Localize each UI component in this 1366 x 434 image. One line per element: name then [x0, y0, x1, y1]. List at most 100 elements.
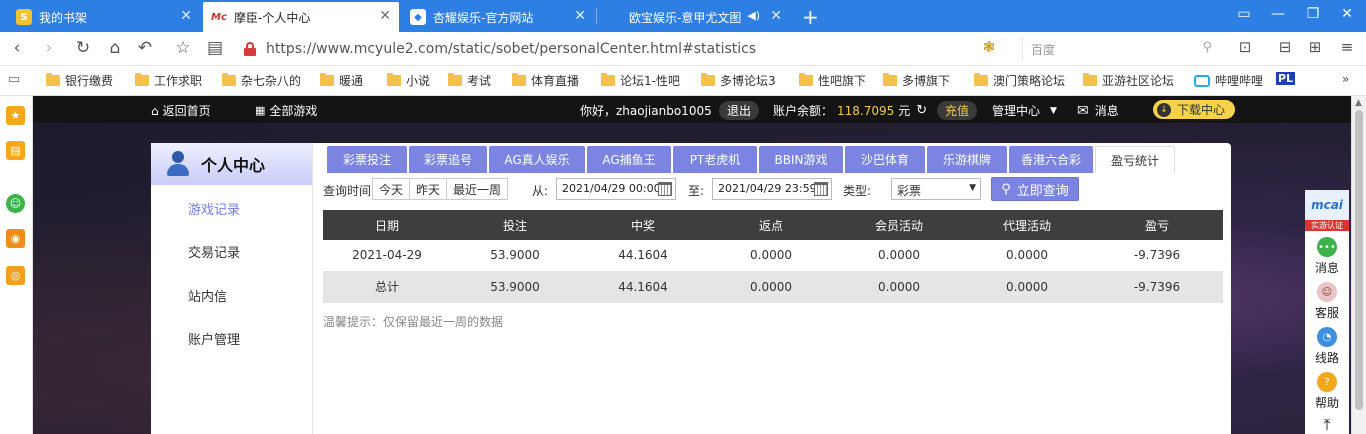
weibo-icon[interactable]: ◎ — [6, 266, 25, 285]
table-summary-row: 总计 53.9000 44.1604 0.0000 0.0000 0.0000 … — [323, 271, 1223, 303]
refresh-icon[interactable]: ↻ — [72, 38, 94, 58]
bee-icon[interactable]: ❃ — [978, 38, 1000, 56]
sidebar-item-game-records[interactable]: 游戏记录 — [188, 199, 240, 218]
logout-button[interactable]: 退出 — [719, 101, 760, 120]
browser-tab-oubao[interactable]: 欧宝娱乐-意甲尤文图 ◀) ✕ — [598, 2, 790, 32]
reader-icon[interactable]: ▤ — [204, 38, 226, 58]
calendar-icon[interactable] — [658, 182, 672, 196]
calendar-icon[interactable] — [814, 182, 828, 196]
greeting: 你好，zhaojianbo1005 — [580, 104, 712, 118]
data-retention-tip: 温馨提示：仅保留最近一周的数据 — [323, 315, 504, 329]
speaker-icon[interactable]: ◀) — [747, 9, 760, 22]
recharge-button[interactable]: 充值 — [937, 101, 978, 120]
sidebar-item-inbox[interactable]: 站内信 — [188, 286, 227, 305]
scroll-thumb[interactable] — [1355, 110, 1363, 410]
rss-icon[interactable]: ◉ — [6, 229, 25, 248]
tab-lottery-bets[interactable]: 彩票投注 — [327, 146, 407, 173]
query-button[interactable]: ⚲ 立即查询 — [991, 177, 1079, 201]
tab-ag-live[interactable]: AG真人娱乐 — [489, 146, 585, 173]
from-date-input[interactable]: 2021/04/29 00:00 — [556, 178, 676, 200]
type-select[interactable]: 彩票 ▼ — [891, 178, 981, 200]
widget-routes-button[interactable]: ◔ 线路 — [1305, 327, 1349, 366]
tab-list-icon[interactable]: ▭ — [1234, 6, 1254, 22]
star-icon[interactable]: ☆ — [172, 38, 194, 58]
search-icon[interactable]: ⚲ — [1202, 40, 1212, 55]
url-bar[interactable]: https://www.mcyule2.com/static/sobet/per… — [244, 39, 974, 59]
bookmark-item[interactable]: 多博论坛3 — [701, 72, 776, 89]
tab-leyou-chess[interactable]: 乐游棋牌 — [927, 146, 1007, 173]
apps-icon[interactable]: ⊞ — [1304, 38, 1326, 56]
browser-tab-xingyao[interactable]: ◆ 杏耀娱乐-官方网站 ✕ — [402, 2, 594, 32]
browser-tab-personal-center[interactable]: Mc 摩臣-个人中心 ✕ — [203, 2, 399, 32]
back-to-top-icon[interactable]: ⤒ — [1305, 415, 1349, 434]
refresh-balance-icon[interactable]: ↻ — [916, 103, 927, 118]
close-icon[interactable]: ✕ — [574, 8, 586, 24]
menu-icon[interactable]: ≡ — [1336, 38, 1358, 56]
bookmark-item[interactable]: 银行缴费 — [46, 72, 113, 89]
close-icon[interactable]: ✕ — [180, 8, 192, 24]
undo-icon[interactable]: ↶ — [134, 38, 156, 58]
bookmark-item[interactable]: 暖通 — [320, 72, 363, 89]
bookmark-item[interactable]: PL — [1276, 72, 1296, 85]
window-close-icon[interactable]: ✕ — [1337, 6, 1357, 22]
range-today-button[interactable]: 今天 — [373, 179, 411, 199]
bookmark-item[interactable]: 小说 — [387, 72, 430, 89]
close-icon[interactable]: ✕ — [379, 8, 391, 24]
bookmark-item[interactable]: 工作求职 — [135, 72, 202, 89]
home-link[interactable]: ⌂ 返回首页 — [151, 102, 211, 119]
bookmark-item[interactable]: 亚游社区论坛 — [1083, 72, 1174, 89]
manage-center-dropdown[interactable]: 管理中心 ▼ — [992, 102, 1057, 119]
bookmark-item[interactable]: 澳门策略论坛 — [974, 72, 1065, 89]
home-icon[interactable]: ⌂ — [104, 38, 126, 58]
minimize-icon[interactable]: — — [1268, 6, 1288, 22]
favorites-star-icon[interactable]: ★ — [6, 106, 25, 125]
tab-profit-loss[interactable]: 盈亏统计 — [1095, 146, 1175, 173]
support-agent-icon: ☺ — [1317, 282, 1337, 302]
bookmark-item[interactable]: 体育直播 — [512, 72, 579, 89]
range-yesterday-button[interactable]: 昨天 — [410, 179, 448, 199]
bookmark-item[interactable]: 论坛1-性吧 — [601, 72, 680, 89]
to-date-input[interactable]: 2021/04/29 23:59 — [712, 178, 832, 200]
restore-icon[interactable]: ❐ — [1303, 6, 1323, 22]
from-label: 从: — [532, 184, 549, 198]
bookmark-item[interactable]: 多博旗下 — [883, 72, 950, 89]
widget-messages-button[interactable]: ••• 消息 — [1305, 237, 1349, 276]
forward-icon[interactable]: › — [38, 38, 60, 58]
bookmark-item[interactable]: 杂七杂八的 — [222, 72, 301, 89]
bookmark-item[interactable]: 性吧旗下 — [799, 72, 866, 89]
page-scrollbar[interactable]: ▲ — [1351, 96, 1366, 434]
search-input[interactable]: 百度 ⚲ — [1022, 38, 1218, 60]
back-icon[interactable]: ‹ — [6, 38, 28, 58]
shield-icon: ◆ — [410, 9, 426, 25]
widget-support-button[interactable]: ☺ 客服 — [1305, 282, 1349, 321]
tab-bbin-games[interactable]: BBIN游戏 — [759, 146, 843, 173]
range-last-week-button[interactable]: 最近一周 — [447, 179, 507, 199]
tab-pt-slots[interactable]: PT老虎机 — [673, 146, 757, 173]
more-bookmarks-icon[interactable]: » — [1342, 72, 1349, 86]
download-center-button[interactable]: ↓ 下载中心 — [1153, 100, 1236, 119]
tab-lottery-chase[interactable]: 彩票追号 — [409, 146, 487, 173]
tab-ag-fishing[interactable]: AG捕鱼王 — [587, 146, 671, 173]
sidebar-item-transaction-records[interactable]: 交易记录 — [188, 242, 240, 261]
tab-saba-sports[interactable]: 沙巴体育 — [845, 146, 925, 173]
tab-title: 杏耀娱乐-官方网站 — [433, 10, 534, 25]
tab-hk-mark-six[interactable]: 香港六合彩 — [1009, 146, 1093, 173]
bookmark-item[interactable]: 哔哩哔哩 — [1194, 72, 1263, 89]
folder-icon — [1083, 73, 1097, 86]
scroll-up-icon[interactable]: ▲ — [1355, 98, 1362, 108]
table-cell: 0.0000 — [707, 240, 835, 272]
widget-help-button[interactable]: ? 帮助 — [1305, 372, 1349, 411]
sidebar-toggle-icon[interactable]: ▭ — [8, 72, 20, 87]
chat-icon[interactable]: ☺ — [6, 194, 25, 213]
close-icon[interactable]: ✕ — [770, 8, 782, 24]
new-tab-button[interactable]: + — [798, 2, 824, 32]
all-games-link[interactable]: ▦ 全部游戏 — [255, 102, 317, 119]
mochen-logo-icon: Mc — [211, 11, 227, 23]
messages-link[interactable]: ✉ 消息 — [1077, 102, 1119, 119]
browser-tab-bookshelf[interactable]: S 我的书架 ✕ — [8, 2, 200, 32]
briefcase-icon[interactable]: ⊟ — [1274, 38, 1296, 56]
bookmark-item[interactable]: 考试 — [448, 72, 491, 89]
screenshot-icon[interactable]: ⊡ — [1234, 38, 1256, 56]
sidebar-item-account[interactable]: 账户管理 — [188, 329, 240, 348]
notes-icon[interactable]: ▤ — [6, 141, 25, 160]
